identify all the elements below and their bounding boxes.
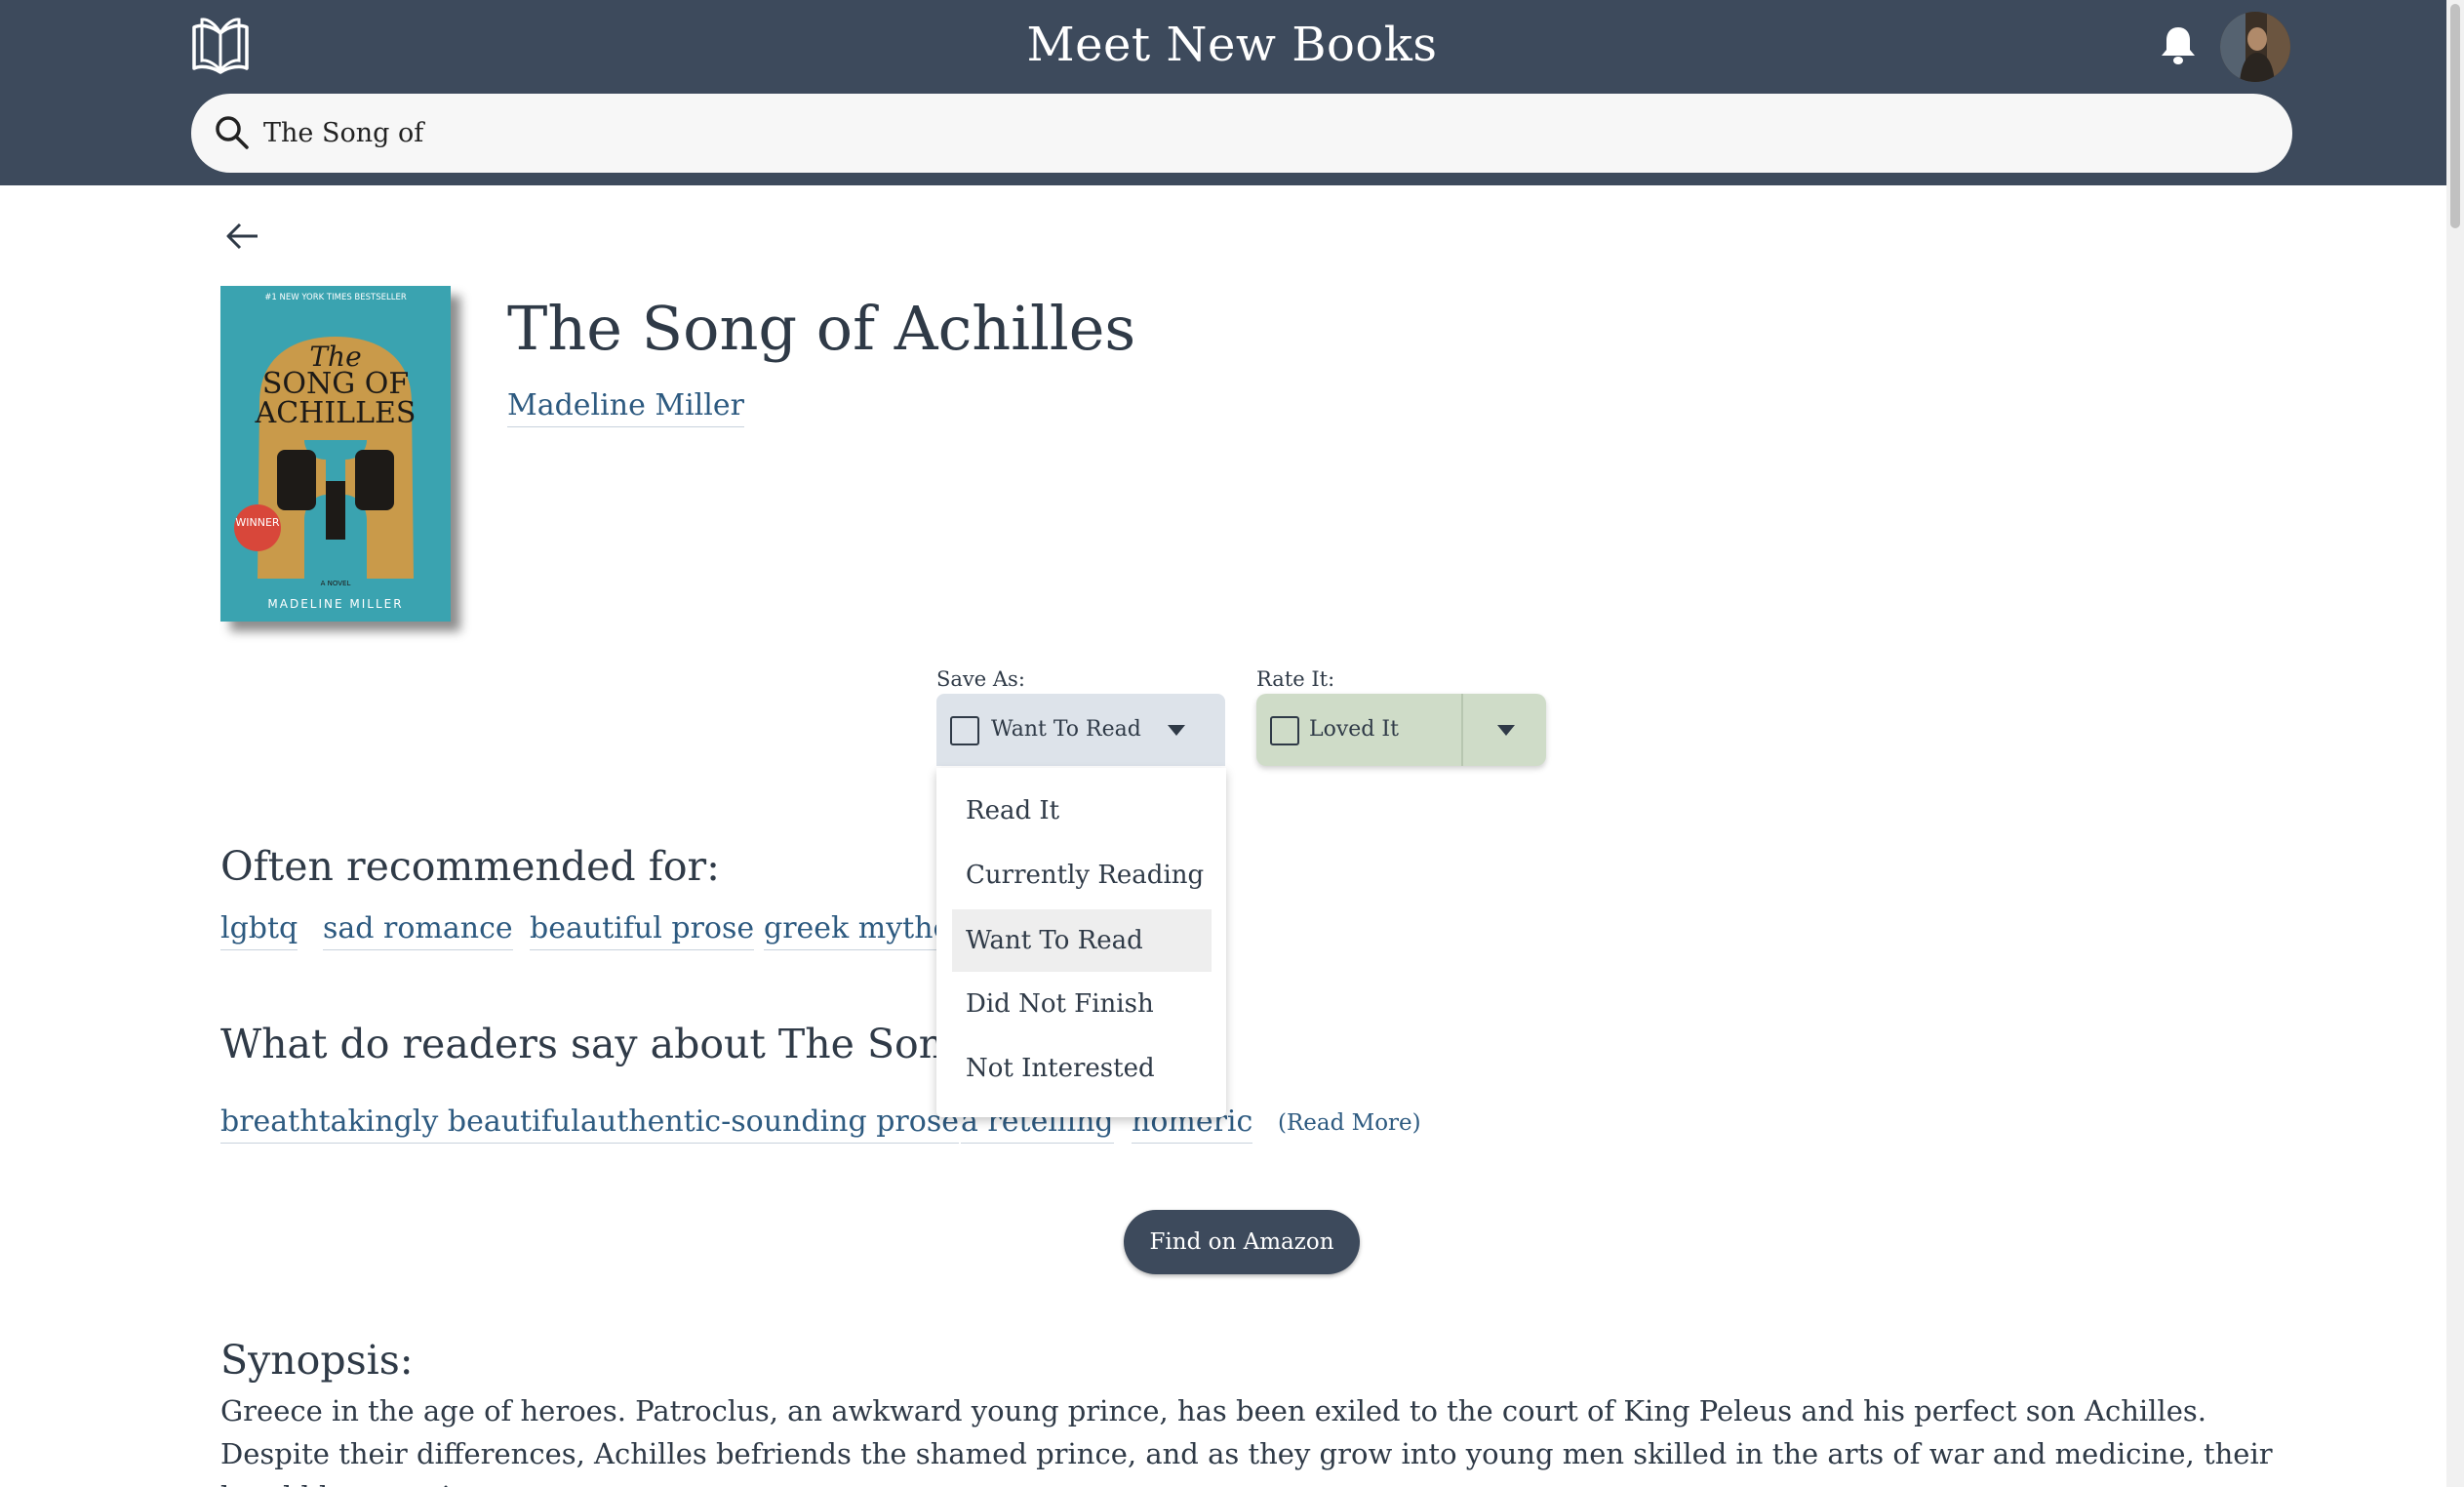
rate-it-select[interactable]: Loved It	[1256, 694, 1546, 766]
tag-recommended[interactable]: lgbtq	[220, 911, 298, 950]
search-input[interactable]	[263, 94, 2253, 173]
cover-novel-label: A NOVEL	[321, 580, 351, 587]
dropdown-option-want-to-read[interactable]: Want To Read	[952, 909, 1212, 972]
back-arrow-icon[interactable]	[222, 217, 261, 256]
tag-reader[interactable]: breathtakingly beautiful	[220, 1105, 580, 1144]
cover-badge: WINNER	[235, 516, 280, 529]
tag-recommended[interactable]: beautiful prose	[530, 911, 755, 950]
scrollbar[interactable]	[2446, 0, 2464, 1487]
find-on-amazon-button[interactable]: Find on Amazon	[1124, 1210, 1360, 1274]
dropdown-option-currently-reading[interactable]: Currently Reading	[952, 844, 1212, 906]
save-as-label: Save As:	[936, 667, 1025, 691]
tag-reader[interactable]: authentic-sounding prose	[580, 1105, 959, 1144]
save-as-dropdown-menu: Read It Currently Reading Want To Read D…	[936, 768, 1226, 1117]
recommended-heading: Often recommended for:	[220, 843, 720, 890]
synopsis-heading: Synopsis:	[220, 1337, 414, 1384]
synopsis-text: Greece in the age of heroes. Patroclus, …	[220, 1394, 2273, 1487]
dropdown-option-not-interested[interactable]: Not Interested	[952, 1037, 1212, 1100]
save-as-select[interactable]: Want To Read	[936, 694, 1225, 766]
book-cover: WINNER #1 NEW YORK TIMES BESTSELLER The …	[220, 286, 451, 622]
search-bar	[191, 94, 2292, 173]
rate-it-label: Rate It:	[1256, 667, 1335, 691]
search-icon[interactable]	[213, 113, 252, 152]
user-avatar[interactable]	[2220, 12, 2290, 82]
cover-author: MADELINE MILLER	[267, 597, 403, 611]
save-as-selected-value: Want To Read	[991, 717, 1141, 742]
read-more-link[interactable]: (Read More)	[1278, 1110, 1421, 1136]
rate-it-selected-value: Loved It	[1309, 717, 1399, 742]
book-title: The Song of Achilles	[507, 293, 1136, 364]
rate-it-divider	[1461, 694, 1463, 766]
tag-recommended[interactable]: sad romance	[323, 911, 513, 950]
dropdown-option-read-it[interactable]: Read It	[952, 780, 1212, 842]
chevron-down-icon[interactable]	[1497, 725, 1515, 736]
bell-icon[interactable]	[2159, 23, 2198, 66]
save-as-checkbox[interactable]	[950, 716, 979, 745]
dropdown-option-did-not-finish[interactable]: Did Not Finish	[952, 973, 1212, 1035]
author-link[interactable]: Madeline Miller	[507, 388, 744, 427]
cover-title-line3: ACHILLES	[255, 396, 417, 430]
scrollbar-thumb[interactable]	[2450, 4, 2460, 228]
rate-it-checkbox[interactable]	[1270, 716, 1299, 745]
cover-banner: #1 NEW YORK TIMES BESTSELLER	[264, 293, 407, 302]
chevron-down-icon[interactable]	[1168, 725, 1185, 736]
app-title: Meet New Books	[1026, 18, 1438, 72]
tag-recommended[interactable]: greek mytho	[764, 911, 951, 950]
readers-heading: What do readers say about The Song o	[220, 1021, 1008, 1067]
top-bar: Meet New Books	[0, 0, 2464, 185]
